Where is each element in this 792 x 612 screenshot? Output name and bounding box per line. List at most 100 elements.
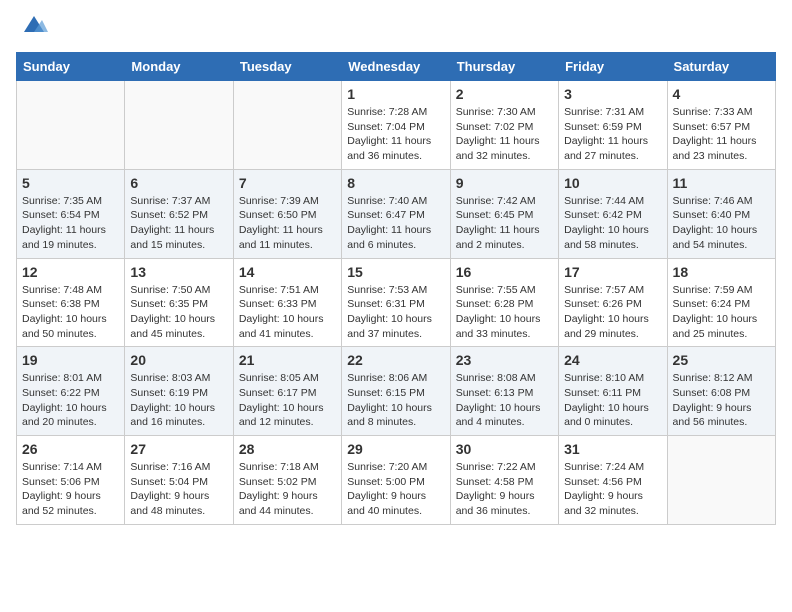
day-info: Sunrise: 7:14 AM Sunset: 5:06 PM Dayligh… <box>22 460 119 519</box>
day-number: 5 <box>22 175 119 191</box>
calendar-header-sunday: Sunday <box>17 53 125 81</box>
calendar-cell: 21 Sunrise: 8:05 AM Sunset: 6:17 PM Dayli… <box>233 347 341 436</box>
calendar-cell: 20 Sunrise: 8:03 AM Sunset: 6:19 PM Dayli… <box>125 347 233 436</box>
calendar-cell: 14 Sunrise: 7:51 AM Sunset: 6:33 PM Dayli… <box>233 258 341 347</box>
calendar-cell: 13Sunrise: 7:50 AM Sunset: 6:35 PM Dayli… <box>125 258 233 347</box>
calendar-cell: 9 Sunrise: 7:42 AM Sunset: 6:45 PM Daylig… <box>450 169 558 258</box>
calendar-cell: 19 Sunrise: 8:01 AM Sunset: 6:22 PM Dayli… <box>17 347 125 436</box>
logo <box>16 16 48 40</box>
day-info: Sunrise: 8:06 AM Sunset: 6:15 PM Dayligh… <box>347 371 444 430</box>
day-info: Sunrise: 7:33 AM Sunset: 6:57 PM Dayligh… <box>673 105 770 164</box>
calendar-table: SundayMondayTuesdayWednesdayThursdayFrid… <box>16 52 776 525</box>
day-info: Sunrise: 7:18 AM Sunset: 5:02 PM Dayligh… <box>239 460 336 519</box>
day-info: Sunrise: 7:55 AM Sunset: 6:28 PM Dayligh… <box>456 283 553 342</box>
calendar-cell: 5 Sunrise: 7:35 AM Sunset: 6:54 PM Daylig… <box>17 169 125 258</box>
day-number: 21 <box>239 352 336 368</box>
day-number: 18 <box>673 264 770 280</box>
day-info: Sunrise: 7:16 AM Sunset: 5:04 PM Dayligh… <box>130 460 227 519</box>
day-number: 19 <box>22 352 119 368</box>
calendar-cell: 6 Sunrise: 7:37 AM Sunset: 6:52 PM Daylig… <box>125 169 233 258</box>
calendar-cell: 15 Sunrise: 7:53 AM Sunset: 6:31 PM Dayli… <box>342 258 450 347</box>
day-number: 28 <box>239 441 336 457</box>
calendar-cell <box>17 81 125 170</box>
day-number: 10 <box>564 175 661 191</box>
calendar-week-row: 12 Sunrise: 7:48 AM Sunset: 6:38 PM Dayli… <box>17 258 776 347</box>
calendar-header-tuesday: Tuesday <box>233 53 341 81</box>
calendar-cell <box>667 436 775 525</box>
calendar-header-friday: Friday <box>559 53 667 81</box>
day-number: 20 <box>130 352 227 368</box>
day-info: Sunrise: 7:37 AM Sunset: 6:52 PM Dayligh… <box>130 194 227 253</box>
day-info: Sunrise: 7:59 AM Sunset: 6:24 PM Dayligh… <box>673 283 770 342</box>
day-number: 29 <box>347 441 444 457</box>
day-number: 16 <box>456 264 553 280</box>
day-info: Sunrise: 7:53 AM Sunset: 6:31 PM Dayligh… <box>347 283 444 342</box>
day-info: Sunrise: 7:22 AM Sunset: 4:58 PM Dayligh… <box>456 460 553 519</box>
day-info: Sunrise: 7:31 AM Sunset: 6:59 PM Dayligh… <box>564 105 661 164</box>
day-info: Sunrise: 8:05 AM Sunset: 6:17 PM Dayligh… <box>239 371 336 430</box>
calendar-week-row: 26 Sunrise: 7:14 AM Sunset: 5:06 PM Dayli… <box>17 436 776 525</box>
calendar-header-thursday: Thursday <box>450 53 558 81</box>
day-info: Sunrise: 8:10 AM Sunset: 6:11 PM Dayligh… <box>564 371 661 430</box>
day-info: Sunrise: 7:30 AM Sunset: 7:02 PM Dayligh… <box>456 105 553 164</box>
day-number: 24 <box>564 352 661 368</box>
day-number: 22 <box>347 352 444 368</box>
day-number: 23 <box>456 352 553 368</box>
logo-icon <box>20 12 48 40</box>
calendar-cell: 23 Sunrise: 8:08 AM Sunset: 6:13 PM Dayli… <box>450 347 558 436</box>
calendar-cell: 31 Sunrise: 7:24 AM Sunset: 4:56 PM Dayli… <box>559 436 667 525</box>
day-number: 17 <box>564 264 661 280</box>
calendar-cell: 28 Sunrise: 7:18 AM Sunset: 5:02 PM Dayli… <box>233 436 341 525</box>
day-number: 7 <box>239 175 336 191</box>
calendar-header-row: SundayMondayTuesdayWednesdayThursdayFrid… <box>17 53 776 81</box>
day-number: 15 <box>347 264 444 280</box>
day-info: Sunrise: 8:01 AM Sunset: 6:22 PM Dayligh… <box>22 371 119 430</box>
calendar-cell: 16 Sunrise: 7:55 AM Sunset: 6:28 PM Dayli… <box>450 258 558 347</box>
day-info: Sunrise: 7:51 AM Sunset: 6:33 PM Dayligh… <box>239 283 336 342</box>
day-info: Sunrise: 7:42 AM Sunset: 6:45 PM Dayligh… <box>456 194 553 253</box>
day-number: 14 <box>239 264 336 280</box>
day-number: 9 <box>456 175 553 191</box>
day-info: Sunrise: 8:12 AM Sunset: 6:08 PM Dayligh… <box>673 371 770 430</box>
calendar-cell: 7 Sunrise: 7:39 AM Sunset: 6:50 PM Daylig… <box>233 169 341 258</box>
day-number: 27 <box>130 441 227 457</box>
day-info: Sunrise: 7:48 AM Sunset: 6:38 PM Dayligh… <box>22 283 119 342</box>
page-header <box>16 16 776 40</box>
calendar-cell: 17 Sunrise: 7:57 AM Sunset: 6:26 PM Dayli… <box>559 258 667 347</box>
calendar-cell: 2 Sunrise: 7:30 AM Sunset: 7:02 PM Daylig… <box>450 81 558 170</box>
day-number: 6 <box>130 175 227 191</box>
calendar-cell: 10 Sunrise: 7:44 AM Sunset: 6:42 PM Dayli… <box>559 169 667 258</box>
calendar-cell: 25 Sunrise: 8:12 AM Sunset: 6:08 PM Dayli… <box>667 347 775 436</box>
calendar-week-row: 5 Sunrise: 7:35 AM Sunset: 6:54 PM Daylig… <box>17 169 776 258</box>
day-info: Sunrise: 7:57 AM Sunset: 6:26 PM Dayligh… <box>564 283 661 342</box>
calendar-cell <box>233 81 341 170</box>
calendar-cell: 22 Sunrise: 8:06 AM Sunset: 6:15 PM Dayli… <box>342 347 450 436</box>
day-number: 2 <box>456 86 553 102</box>
calendar-week-row: 19 Sunrise: 8:01 AM Sunset: 6:22 PM Dayli… <box>17 347 776 436</box>
calendar-cell: 4Sunrise: 7:33 AM Sunset: 6:57 PM Daylig… <box>667 81 775 170</box>
day-number: 12 <box>22 264 119 280</box>
day-info: Sunrise: 8:08 AM Sunset: 6:13 PM Dayligh… <box>456 371 553 430</box>
day-info: Sunrise: 8:03 AM Sunset: 6:19 PM Dayligh… <box>130 371 227 430</box>
day-number: 31 <box>564 441 661 457</box>
calendar-header-wednesday: Wednesday <box>342 53 450 81</box>
day-number: 25 <box>673 352 770 368</box>
calendar-cell: 1Sunrise: 7:28 AM Sunset: 7:04 PM Daylig… <box>342 81 450 170</box>
calendar-week-row: 1Sunrise: 7:28 AM Sunset: 7:04 PM Daylig… <box>17 81 776 170</box>
day-number: 26 <box>22 441 119 457</box>
calendar-cell: 8Sunrise: 7:40 AM Sunset: 6:47 PM Daylig… <box>342 169 450 258</box>
calendar-cell: 29 Sunrise: 7:20 AM Sunset: 5:00 PM Dayli… <box>342 436 450 525</box>
calendar-header-saturday: Saturday <box>667 53 775 81</box>
day-info: Sunrise: 7:44 AM Sunset: 6:42 PM Dayligh… <box>564 194 661 253</box>
day-number: 1 <box>347 86 444 102</box>
day-number: 13 <box>130 264 227 280</box>
day-info: Sunrise: 7:20 AM Sunset: 5:00 PM Dayligh… <box>347 460 444 519</box>
day-info: Sunrise: 7:35 AM Sunset: 6:54 PM Dayligh… <box>22 194 119 253</box>
day-info: Sunrise: 7:39 AM Sunset: 6:50 PM Dayligh… <box>239 194 336 253</box>
calendar-cell: 18 Sunrise: 7:59 AM Sunset: 6:24 PM Dayli… <box>667 258 775 347</box>
day-number: 8 <box>347 175 444 191</box>
day-info: Sunrise: 7:24 AM Sunset: 4:56 PM Dayligh… <box>564 460 661 519</box>
calendar-cell: 11Sunrise: 7:46 AM Sunset: 6:40 PM Dayli… <box>667 169 775 258</box>
calendar-cell: 27 Sunrise: 7:16 AM Sunset: 5:04 PM Dayli… <box>125 436 233 525</box>
day-number: 3 <box>564 86 661 102</box>
